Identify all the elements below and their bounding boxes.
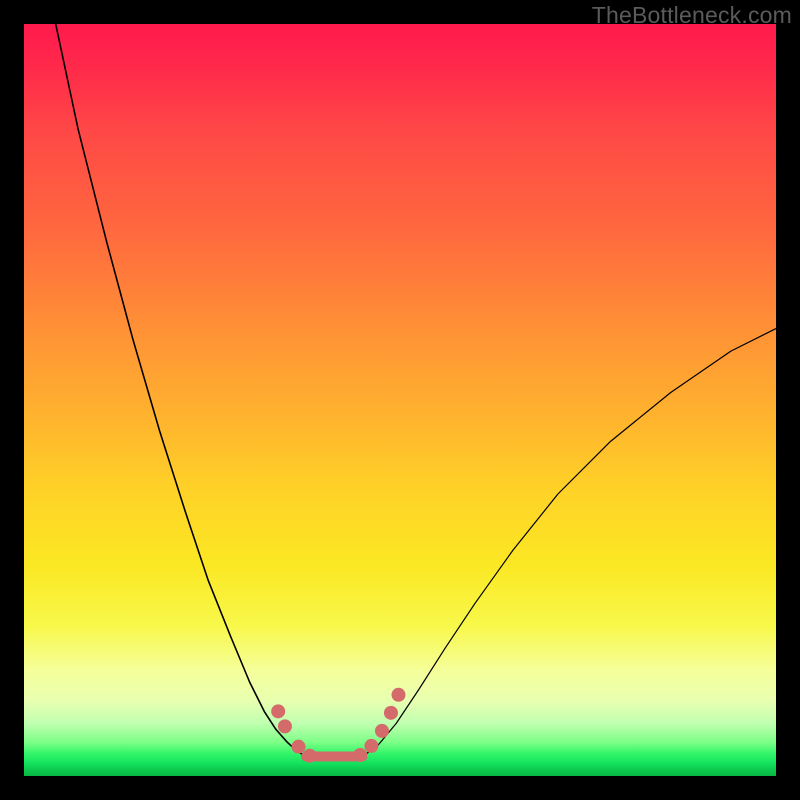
watermark-text: TheBottleneck.com (592, 2, 792, 29)
marker-dot (375, 724, 389, 738)
marker-dot (384, 706, 398, 720)
marker-dot (271, 704, 285, 718)
marker-dot (391, 688, 405, 702)
curve-left (54, 24, 306, 756)
marker-dot (278, 719, 292, 733)
marker-dot (353, 748, 367, 762)
marker-dot (291, 740, 305, 754)
marker-dot (303, 749, 317, 763)
curve-right (362, 329, 776, 757)
marker-dot (364, 739, 378, 753)
chart-frame (24, 24, 776, 776)
plot-svg (24, 24, 776, 776)
